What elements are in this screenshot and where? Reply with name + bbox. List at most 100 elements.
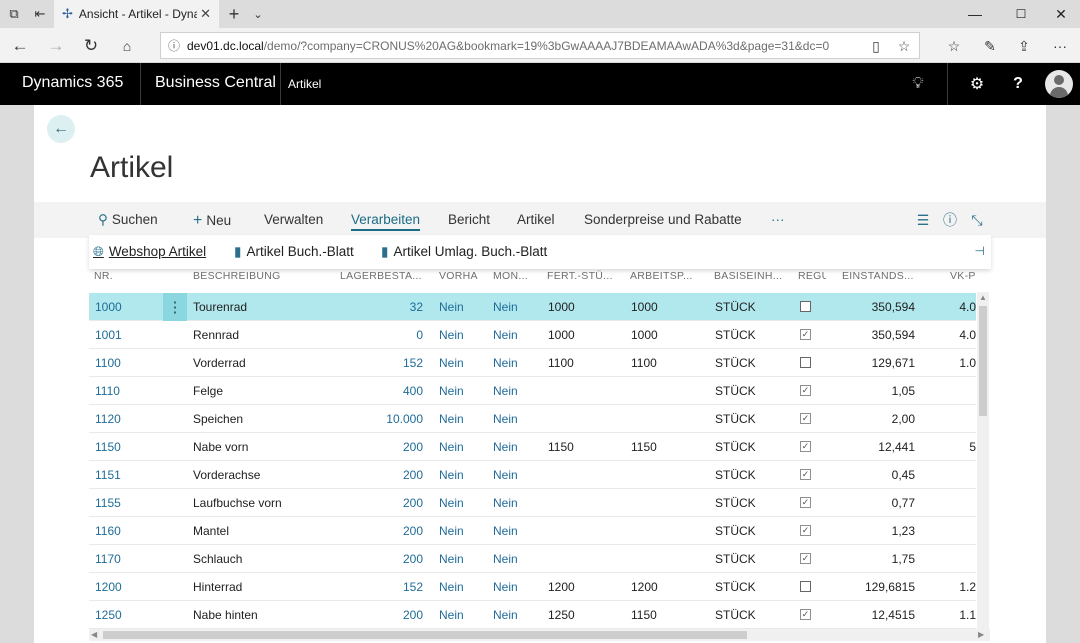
cell-vorha[interactable]: Nein — [439, 300, 479, 314]
scroll-up-icon[interactable]: ▲ — [979, 293, 987, 302]
cell-inventory[interactable]: 152 — [379, 356, 423, 370]
cell-mon[interactable]: Nein — [493, 468, 533, 482]
cell-vorha[interactable]: Nein — [439, 468, 479, 482]
column-header-regu[interactable]: REGU — [798, 270, 826, 282]
action-report[interactable]: Bericht — [448, 212, 490, 227]
cell-vorha[interactable]: Nein — [439, 384, 479, 398]
page-back-button[interactable]: ← — [47, 115, 75, 143]
table-row[interactable]: 1150 Nabe vorn 200 Nein Nein 1150 1150 STÜCK 12,… — [89, 433, 976, 461]
horizontal-scrollbar[interactable]: ◀ ▶ — [89, 629, 990, 641]
cell-no[interactable]: 1100 — [95, 356, 155, 370]
action-webshop-items[interactable]: 🌐︎ Webshop Artikel — [93, 244, 206, 260]
table-row[interactable]: ⋮ 1000 Tourenrad 32 Nein Nein 1000 1000 STÜCK 350… — [89, 293, 976, 321]
lightbulb-icon[interactable]: 💡︎ — [907, 73, 929, 95]
column-header-unit-cost[interactable]: EINSTANDS... — [842, 270, 914, 282]
cell-mon[interactable]: Nein — [493, 552, 533, 566]
cell-mon[interactable]: Nein — [493, 580, 533, 594]
reading-view-icon[interactable]: ▯ — [865, 36, 887, 56]
cell-no[interactable]: 1120 — [95, 412, 155, 426]
cell-inventory[interactable]: 32 — [379, 300, 423, 314]
info-icon[interactable]: ⓘ — [941, 211, 959, 229]
table-row[interactable]: 1110 Felge 400 Nein Nein STÜCK 1,05 ✓ — [89, 377, 976, 405]
column-header-description[interactable]: BESCHREIBUNG — [193, 270, 281, 282]
column-header-vorha[interactable]: VORHA — [439, 270, 479, 282]
cell-vorha[interactable]: Nein — [439, 580, 479, 594]
cell-vorha[interactable]: Nein — [439, 608, 479, 622]
favorites-hub-icon[interactable]: ☆ — [942, 35, 966, 57]
row-actions-icon[interactable]: ⋮ — [163, 293, 187, 321]
address-bar[interactable]: ⓘ dev01.dc.local /demo/?company=CRONUS%2… — [160, 32, 920, 59]
pen-icon[interactable]: ✎ — [978, 35, 1002, 57]
column-header-routing[interactable]: ARBEITSP... — [630, 270, 693, 282]
column-header-production-bom[interactable]: FERT.-STÜ... — [547, 270, 613, 282]
vertical-scroll-thumb[interactable] — [979, 306, 987, 416]
table-row[interactable]: 1160 Mantel 200 Nein Nein STÜCK 1,23 ✓ — [89, 517, 976, 545]
column-header-mon[interactable]: MON... — [493, 270, 528, 282]
cell-inventory[interactable]: 200 — [379, 552, 423, 566]
pin-icon[interactable]: ⊣ — [975, 244, 985, 258]
new-tab-icon[interactable]: + — [224, 4, 244, 24]
back-arrow-icon[interactable]: ← — [8, 35, 32, 57]
cell-vorha[interactable]: Nein — [439, 356, 479, 370]
table-row[interactable]: 1200 Hinterrad 152 Nein Nein 1200 1200 STÜCK 129… — [89, 573, 976, 601]
cell-mon[interactable]: Nein — [493, 524, 533, 538]
action-more[interactable]: ··· — [771, 212, 785, 227]
cell-no[interactable]: 1250 — [95, 608, 155, 622]
list-view-icon[interactable]: ☰ — [914, 211, 932, 229]
cell-no[interactable]: 1001 — [95, 328, 155, 342]
column-header-inventory[interactable]: LAGERBESTA... — [340, 270, 422, 282]
horizontal-scroll-thumb[interactable] — [103, 631, 747, 639]
cell-inventory[interactable]: 0 — [379, 328, 423, 342]
cell-mon[interactable]: Nein — [493, 356, 533, 370]
help-icon[interactable]: ? — [1007, 73, 1029, 95]
cell-inventory[interactable]: 400 — [379, 384, 423, 398]
table-row[interactable]: 1100 Vorderrad 152 Nein Nein 1100 1100 STÜCK 129… — [89, 349, 976, 377]
cell-vorha[interactable]: Nein — [439, 440, 479, 454]
cell-vorha[interactable]: Nein — [439, 524, 479, 538]
cell-inventory[interactable]: 200 — [379, 524, 423, 538]
cell-no[interactable]: 1155 — [95, 496, 155, 510]
table-row[interactable]: 1151 Vorderachse 200 Nein Nein STÜCK 0,45 ✓ — [89, 461, 976, 489]
settings-gear-icon[interactable]: ⚙ — [966, 73, 988, 95]
cell-no[interactable]: 1170 — [95, 552, 155, 566]
scroll-right-icon[interactable]: ▶ — [978, 630, 984, 639]
maximize-icon[interactable]: ☐ — [1006, 3, 1036, 25]
cell-mon[interactable]: Nein — [493, 440, 533, 454]
close-tab-icon[interactable]: ✕ — [200, 6, 211, 22]
set-aside-tabs-icon[interactable]: ⇤ — [30, 4, 50, 24]
product-name[interactable]: Dynamics 365 — [22, 74, 123, 92]
site-info-icon[interactable]: ⓘ — [161, 37, 187, 54]
cell-mon[interactable]: Nein — [493, 496, 533, 510]
action-process[interactable]: Verarbeiten — [351, 212, 421, 231]
column-header-base-unit[interactable]: BASISEINH... — [714, 270, 782, 282]
table-row[interactable]: 1170 Schlauch 200 Nein Nein STÜCK 1,75 ✓ — [89, 545, 976, 573]
column-header-unit-price[interactable]: VK-PREI — [950, 270, 976, 282]
home-icon[interactable]: ⌂ — [115, 35, 139, 57]
cell-inventory[interactable]: 200 — [379, 608, 423, 622]
cell-mon[interactable]: Nein — [493, 384, 533, 398]
more-menu-icon[interactable]: ··· — [1048, 35, 1072, 57]
cell-inventory[interactable]: 200 — [379, 468, 423, 482]
cell-inventory[interactable]: 200 — [379, 440, 423, 454]
chevron-down-icon[interactable]: ⌄ — [248, 4, 268, 24]
scroll-left-icon[interactable]: ◀ — [91, 630, 97, 639]
cell-no[interactable]: 1110 — [95, 384, 155, 398]
column-header-no[interactable]: NR. — [94, 270, 113, 282]
cell-inventory[interactable]: 152 — [379, 580, 423, 594]
table-row[interactable]: 1120 Speichen 10.000 Nein Nein STÜCK 2,00 ✓ — [89, 405, 976, 433]
window-close-icon[interactable]: ✕ — [1046, 3, 1076, 25]
browser-tab-active[interactable]: ✢ Ansicht - Artikel - Dynam ✕ — [54, 0, 219, 28]
cell-mon[interactable]: Nein — [493, 412, 533, 426]
cell-mon[interactable]: Nein — [493, 300, 533, 314]
forward-arrow-icon[interactable]: → — [44, 35, 68, 57]
action-prices-discounts[interactable]: Sonderpreise und Rabatte — [584, 212, 742, 227]
table-row[interactable]: 1250 Nabe hinten 200 Nein Nein 1250 1150 STÜCK 1… — [89, 601, 976, 629]
tab-manager-icon[interactable]: ⧉ — [4, 4, 24, 24]
action-item[interactable]: Artikel — [517, 212, 555, 227]
action-manage[interactable]: Verwalten — [264, 212, 323, 227]
cell-vorha[interactable]: Nein — [439, 328, 479, 342]
app-name[interactable]: Business Central — [155, 74, 276, 92]
action-item-reclass-journal[interactable]: ▮ Artikel Umlag. Buch.-Blatt — [381, 244, 547, 260]
user-avatar[interactable] — [1045, 70, 1073, 98]
cell-no[interactable]: 1160 — [95, 524, 155, 538]
